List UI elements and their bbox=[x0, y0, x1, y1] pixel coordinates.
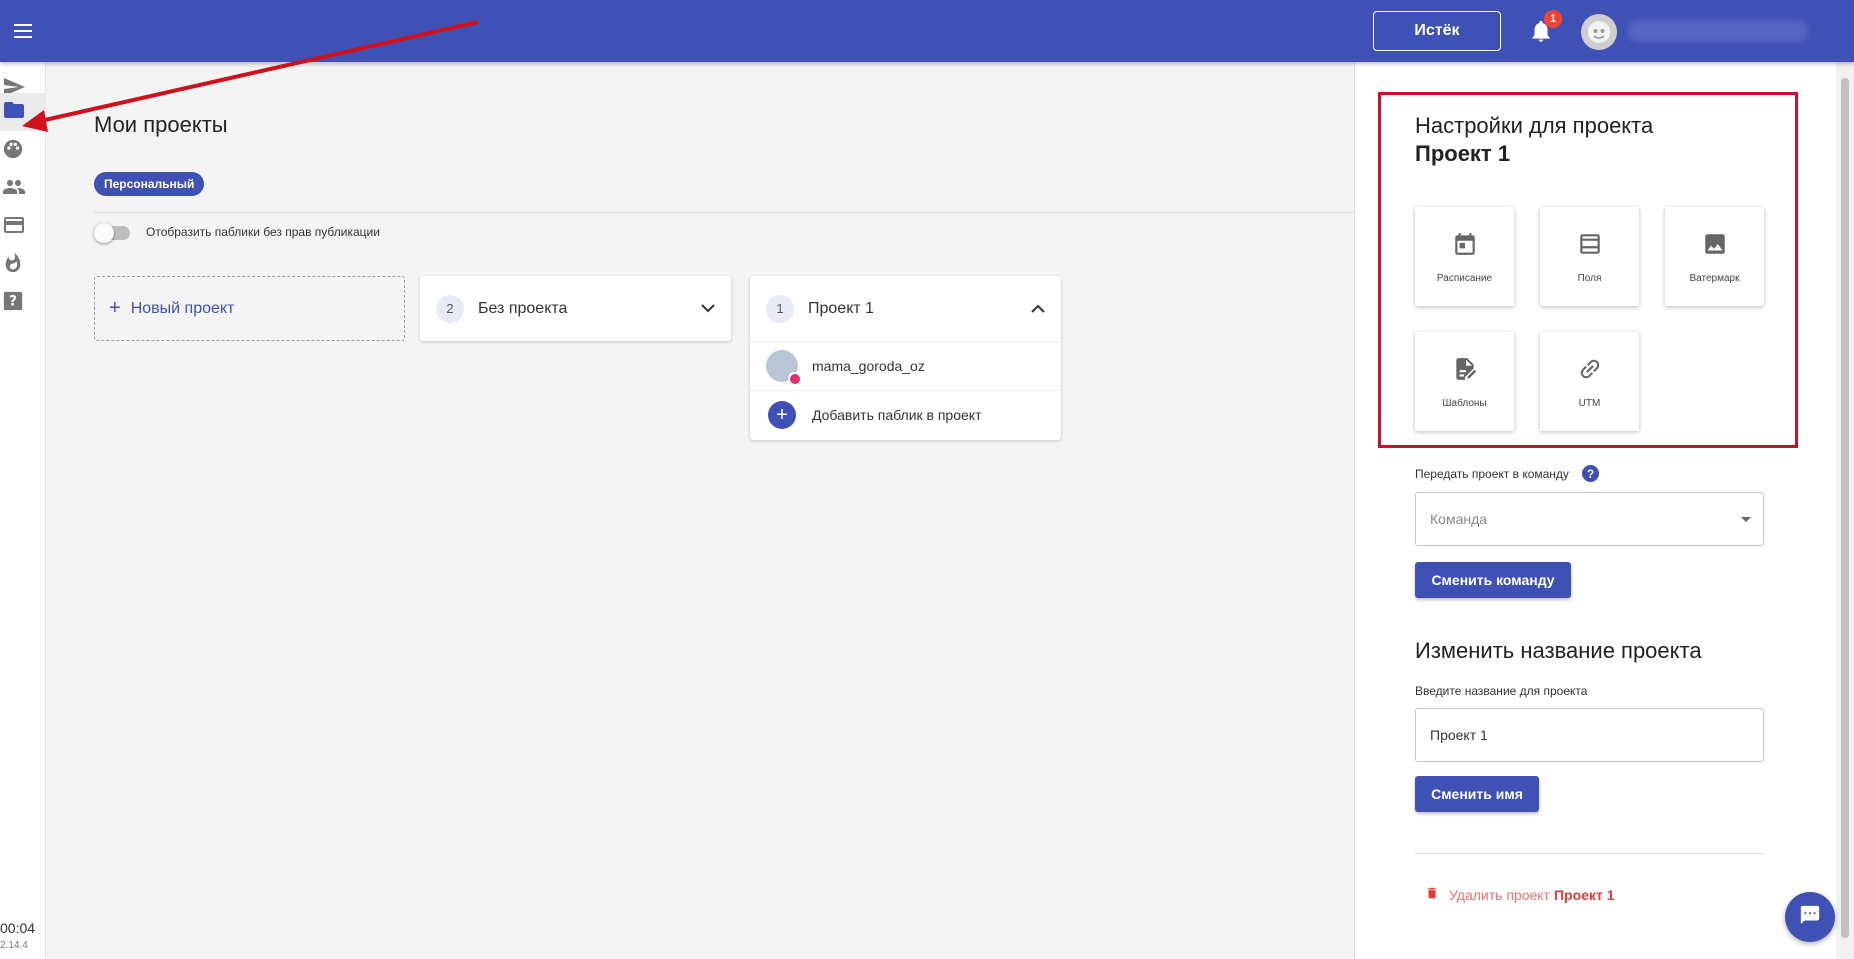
project-name-input[interactable]: Проект 1 bbox=[1415, 708, 1764, 762]
svg-text:?: ? bbox=[9, 293, 17, 309]
tile-label: Ватермарк bbox=[1689, 272, 1740, 284]
app-version: 2.14.4 bbox=[0, 940, 28, 951]
divider bbox=[1415, 853, 1764, 854]
template-icon bbox=[1452, 355, 1478, 388]
add-circle-icon: + bbox=[768, 401, 796, 429]
people-icon bbox=[2, 175, 26, 204]
sidebar-item-hot[interactable] bbox=[0, 246, 46, 284]
project-name: Без проекта bbox=[478, 299, 568, 317]
project-header[interactable]: 2 Без проекта bbox=[420, 276, 731, 341]
show-publics-toggle[interactable] bbox=[94, 223, 130, 243]
page-title: Мои проекты bbox=[94, 112, 228, 137]
clock-time: 00:04 bbox=[0, 920, 36, 936]
rename-title: Изменить название проекта bbox=[1415, 638, 1702, 663]
project-name: Проект 1 bbox=[808, 299, 875, 317]
panel-title-project: Проект 1 bbox=[1415, 141, 1511, 166]
divider bbox=[94, 212, 1356, 213]
change-team-button[interactable]: Сменить команду bbox=[1415, 562, 1571, 598]
chevron-up-icon[interactable] bbox=[1031, 300, 1045, 318]
tile-watermark[interactable]: Ватермарк bbox=[1665, 207, 1764, 306]
project-count: 1 bbox=[766, 294, 794, 323]
new-project-button[interactable]: + Новый проект bbox=[94, 276, 405, 341]
help-icon: ? bbox=[2, 290, 24, 317]
team-label: Передать проект в команду bbox=[1415, 467, 1569, 481]
palette-icon bbox=[2, 138, 24, 165]
trash-icon bbox=[1425, 885, 1439, 904]
link-icon bbox=[1577, 355, 1603, 388]
fire-icon bbox=[2, 251, 24, 280]
delete-project-name: Проект 1 bbox=[1553, 886, 1615, 903]
personal-chip[interactable]: Персональный bbox=[94, 172, 205, 196]
tile-label: Поля bbox=[1577, 272, 1602, 284]
change-name-button[interactable]: Сменить имя bbox=[1415, 776, 1539, 812]
project-name-value: Проект 1 bbox=[1430, 727, 1488, 743]
chevron-down-icon[interactable] bbox=[701, 300, 715, 318]
list-item[interactable]: mama_goroda_oz bbox=[750, 341, 1061, 390]
sidebar-item-billing[interactable] bbox=[0, 208, 46, 246]
project-header[interactable]: 1 Проект 1 bbox=[750, 276, 1061, 341]
scroll-thumb[interactable] bbox=[1841, 78, 1849, 938]
tile-label: UTM bbox=[1578, 397, 1601, 409]
tile-label: Шаблоны bbox=[1442, 397, 1487, 409]
new-project-label: Новый проект bbox=[130, 299, 235, 317]
notification-badge: 1 bbox=[1544, 10, 1562, 28]
main-content: Мои проекты Персональный Отобразить пабл… bbox=[46, 62, 1356, 959]
image-icon bbox=[1702, 230, 1728, 263]
toggle-label: Отобразить паблики без прав публикации bbox=[146, 225, 380, 239]
tile-templates[interactable]: Шаблоны bbox=[1415, 332, 1514, 431]
credit-card-icon bbox=[2, 213, 26, 242]
sidebar: ? 00:04 2.14.4 bbox=[0, 62, 46, 959]
folder-icon bbox=[2, 98, 26, 127]
project-card-no-project[interactable]: 2 Без проекта bbox=[420, 276, 731, 341]
add-public-button[interactable]: + Добавить паблик в проект bbox=[750, 390, 1061, 439]
panel-title-line1: Настройки для проекта bbox=[1415, 113, 1654, 138]
sidebar-item-projects[interactable] bbox=[0, 93, 46, 131]
account-avatar bbox=[766, 350, 802, 386]
menu-icon[interactable] bbox=[0, 0, 46, 62]
fields-icon bbox=[1577, 230, 1603, 263]
tile-utm[interactable]: UTM bbox=[1540, 332, 1639, 431]
tile-schedule[interactable]: Расписание bbox=[1415, 207, 1514, 306]
team-placeholder: Команда bbox=[1430, 511, 1488, 527]
expired-button[interactable]: Истёк bbox=[1373, 11, 1501, 51]
delete-project-link[interactable]: Удалить проект Проект 1 bbox=[1425, 885, 1614, 904]
calendar-icon bbox=[1452, 230, 1478, 263]
user-name-blurred[interactable] bbox=[1628, 20, 1808, 42]
top-bar: Истёк 1 bbox=[0, 0, 1854, 62]
panel-title: Настройки для проекта Проект 1 bbox=[1415, 112, 1653, 168]
add-public-label: Добавить паблик в проект bbox=[812, 407, 982, 423]
chat-icon bbox=[1799, 904, 1821, 931]
sidebar-item-help[interactable]: ? bbox=[0, 284, 46, 322]
delete-label: Удалить проект bbox=[1449, 886, 1550, 903]
team-select[interactable]: Команда bbox=[1415, 492, 1764, 546]
account-name: mama_goroda_oz bbox=[812, 358, 925, 374]
tile-label: Расписание bbox=[1436, 272, 1493, 284]
toggle-thumb bbox=[94, 223, 114, 243]
project-card-project-1: 1 Проект 1 mama_goroda_oz + Добавить паб… bbox=[750, 276, 1061, 440]
tile-fields[interactable]: Поля bbox=[1540, 207, 1639, 306]
project-count: 2 bbox=[436, 294, 464, 323]
rename-label: Введите название для проекта bbox=[1415, 684, 1588, 698]
sidebar-item-design[interactable] bbox=[0, 132, 46, 170]
chat-button[interactable] bbox=[1785, 892, 1835, 942]
avatar[interactable] bbox=[1581, 14, 1617, 50]
dropdown-arrow-icon bbox=[1741, 517, 1751, 522]
plus-icon: + bbox=[109, 297, 121, 319]
help-icon[interactable]: ? bbox=[1582, 465, 1599, 482]
sidebar-item-team[interactable] bbox=[0, 170, 46, 208]
instagram-icon bbox=[788, 372, 802, 386]
